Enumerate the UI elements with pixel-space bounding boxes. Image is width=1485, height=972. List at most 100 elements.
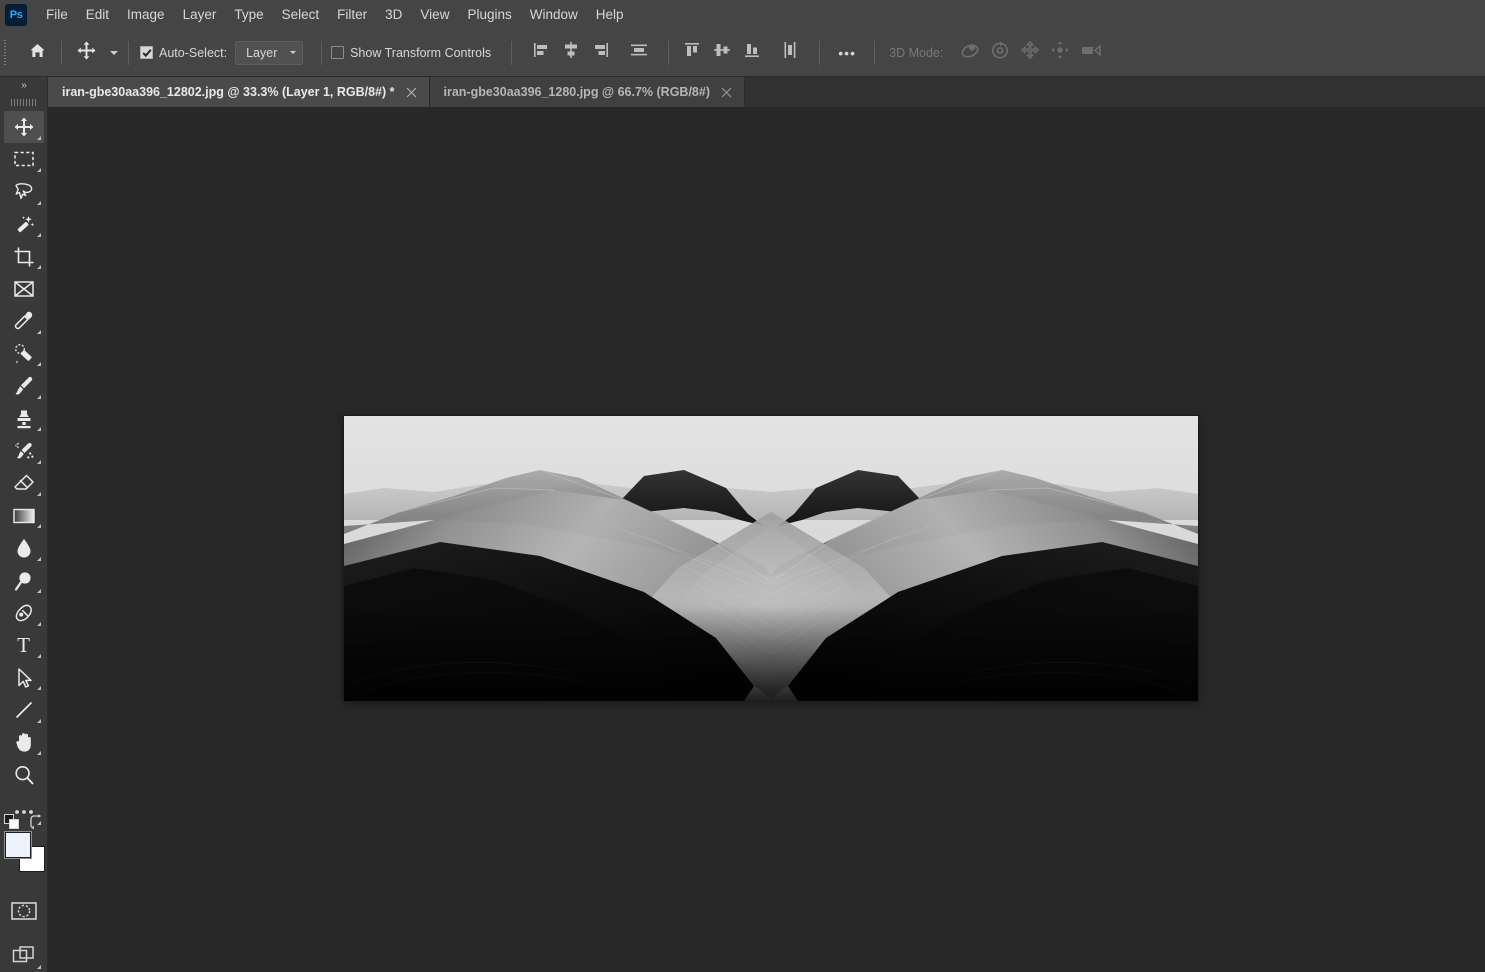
path-arrow-icon (14, 667, 34, 689)
tool-pen[interactable] (4, 597, 44, 628)
canvas-area[interactable] (48, 107, 1485, 972)
blur-drop-icon (14, 537, 34, 559)
photoshop-logo-icon: Ps (5, 3, 27, 26)
tool-dodge[interactable] (4, 565, 44, 596)
align-horizontal-centers-button[interactable] (556, 38, 586, 68)
ellipsis-icon: ••• (838, 44, 856, 61)
tool-move[interactable] (3, 111, 44, 143)
menu-type[interactable]: Type (225, 3, 272, 26)
quick-mask-mode-button[interactable] (4, 895, 44, 926)
align-right-edges-button[interactable] (586, 38, 616, 68)
align-vertical-centers-icon (712, 40, 732, 65)
flyout-triangle-icon (36, 492, 41, 497)
document-tab-1[interactable]: iran-gbe30aa396_1280.jpg @ 66.7% (RGB/8#… (429, 77, 745, 107)
home-button[interactable] (22, 38, 52, 68)
align-left-edges-icon (531, 40, 551, 65)
scale-3d-camera-button (1075, 38, 1111, 68)
tool-crop[interactable] (4, 241, 44, 272)
options-divider-1 (61, 40, 62, 65)
flyout-triangle-icon (36, 718, 41, 723)
tool-eyedropper[interactable] (4, 306, 44, 337)
menu-plugins[interactable]: Plugins (458, 3, 520, 26)
clone-stamp-icon (13, 408, 35, 430)
tool-frame[interactable] (4, 273, 44, 304)
menu-help[interactable]: Help (587, 3, 633, 26)
menu-file[interactable]: File (37, 3, 77, 26)
menu-image[interactable]: Image (118, 3, 174, 26)
tool-spot-healing-brush[interactable] (4, 338, 44, 369)
more-options-button[interactable]: ••• (830, 38, 864, 68)
menu-bar: Ps File Edit Image Layer Type Select Fil… (0, 0, 1485, 29)
menu-layer[interactable]: Layer (174, 3, 226, 26)
tool-line[interactable] (4, 694, 44, 725)
menu-view[interactable]: View (411, 3, 458, 26)
drag-3d-object-button (1015, 38, 1045, 68)
menu-window[interactable]: Window (521, 3, 587, 26)
dodge-icon (13, 570, 35, 592)
distribute-vertical-button[interactable] (624, 38, 654, 68)
home-icon (28, 41, 47, 65)
dune-photograph (344, 416, 1198, 701)
flyout-triangle-icon (36, 265, 41, 270)
menu-3d[interactable]: 3D (376, 3, 411, 26)
close-icon[interactable] (720, 85, 734, 99)
auto-select-scope-select[interactable]: Layer (235, 40, 304, 65)
align-bottom-edges-icon (742, 40, 762, 65)
tool-clone-stamp[interactable] (4, 403, 44, 434)
show-transform-controls-checkbox[interactable]: Show Transform Controls (331, 46, 491, 60)
tool-rectangular-marquee[interactable] (4, 144, 44, 175)
color-swatches (2, 813, 46, 872)
rotate-3d-object-button (955, 38, 985, 68)
flyout-triangle-icon (36, 654, 41, 658)
tool-path-selection[interactable] (4, 662, 44, 693)
tool-blur[interactable] (4, 532, 44, 563)
menu-filter[interactable]: Filter (328, 3, 376, 26)
tool-object-selection[interactable] (4, 209, 44, 240)
chevron-down-icon (290, 51, 297, 54)
tool-lasso[interactable] (4, 176, 44, 207)
document-tab-0[interactable]: iran-gbe30aa396_12802.jpg @ 33.3% (Layer… (48, 77, 430, 107)
line-shape-icon (13, 699, 35, 721)
tool-hand[interactable] (4, 727, 44, 758)
roll-3d-object-icon (989, 40, 1011, 65)
document-tab-bar: iran-gbe30aa396_12802.jpg @ 33.3% (Layer… (0, 77, 1485, 107)
tool-brush[interactable] (4, 370, 44, 401)
slide-3d-object-icon (1049, 40, 1071, 65)
align-vertical-centers-button[interactable] (707, 38, 737, 68)
close-icon[interactable] (405, 85, 419, 99)
tool-eraser[interactable] (4, 468, 44, 499)
current-tool-icon-button[interactable] (71, 38, 101, 68)
screen-mode-icon (12, 945, 36, 967)
tool-preset-dropdown[interactable] (101, 38, 119, 68)
options-bar-grip[interactable] (0, 29, 10, 77)
screen-mode-button[interactable] (4, 940, 44, 971)
eraser-icon (13, 473, 35, 493)
options-divider-6 (819, 40, 821, 65)
toolbar-grip[interactable] (0, 95, 48, 111)
gradient-icon (12, 507, 36, 525)
menu-select[interactable]: Select (273, 3, 329, 26)
three-d-mode-label: 3D Mode: (889, 45, 944, 60)
zoom-magnifier-icon (13, 764, 35, 786)
flyout-triangle-icon (36, 394, 41, 399)
tool-type[interactable]: T (4, 630, 44, 661)
tool-gradient[interactable] (4, 500, 44, 531)
align-left-edges-button[interactable] (526, 38, 556, 68)
menu-edit[interactable]: Edit (77, 3, 118, 26)
align-bottom-edges-button[interactable] (737, 38, 767, 68)
show-transform-controls-label: Show Transform Controls (350, 45, 492, 60)
tool-zoom[interactable] (4, 759, 44, 790)
slide-3d-object-button (1045, 38, 1075, 68)
rotate-3d-object-icon (959, 40, 981, 65)
auto-select-label: Auto-Select: (159, 45, 228, 60)
distribute-horizontal-button[interactable] (775, 38, 805, 68)
collapse-toolbar-button[interactable]: » (0, 77, 48, 95)
tool-history-brush[interactable] (4, 435, 44, 466)
flyout-triangle-icon (36, 232, 41, 237)
foreground-color-swatch[interactable] (4, 831, 31, 858)
healing-brush-icon (13, 343, 35, 365)
auto-select-checkbox[interactable]: Auto-Select: (140, 46, 227, 60)
chevron-down-icon (109, 50, 118, 55)
document-canvas[interactable] (344, 416, 1198, 701)
align-top-edges-button[interactable] (677, 38, 707, 68)
